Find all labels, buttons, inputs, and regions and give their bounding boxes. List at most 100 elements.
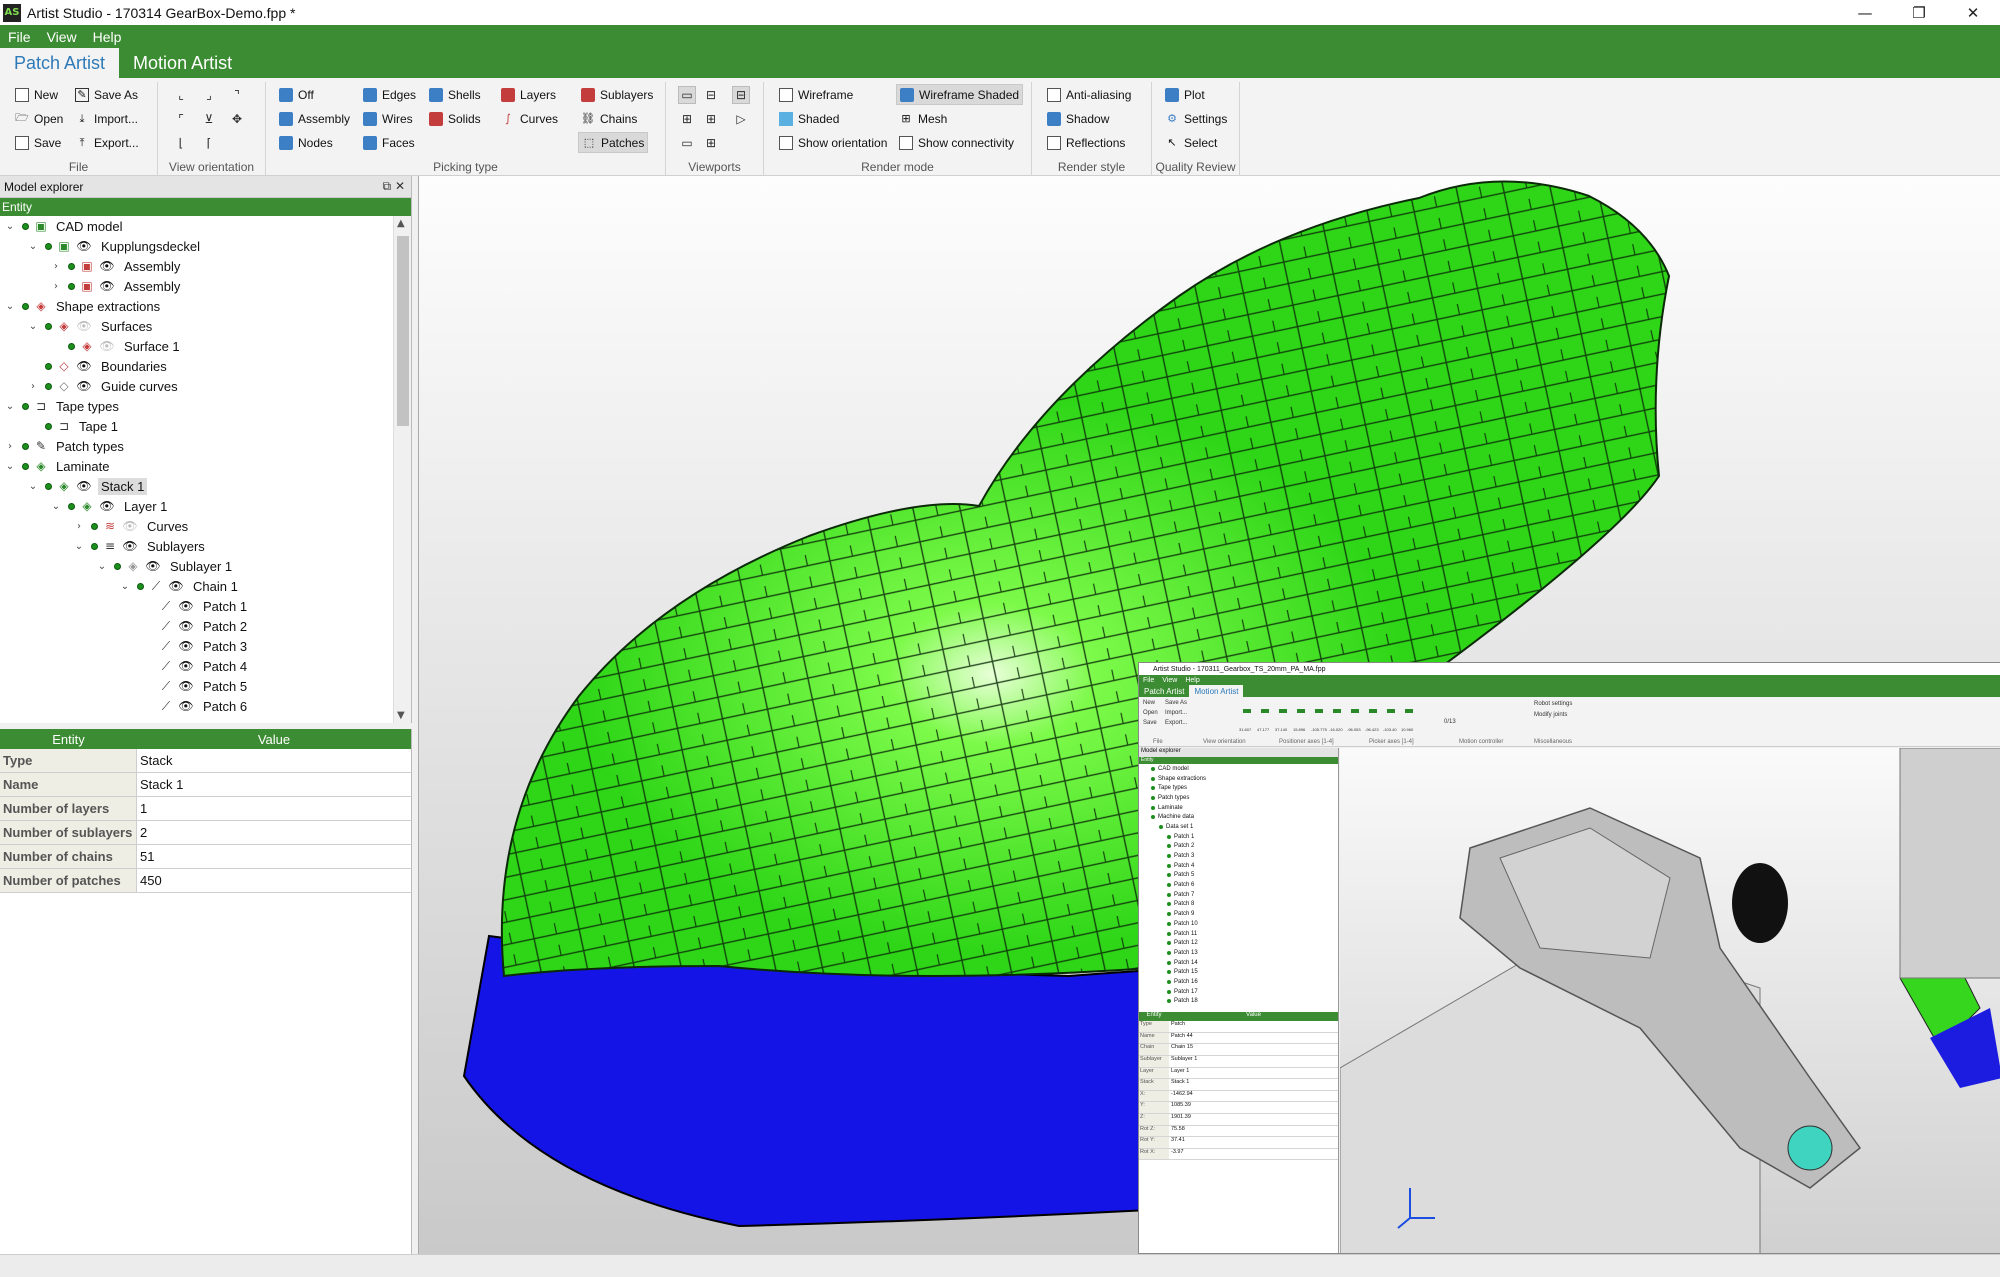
import-button[interactable]: ⤓ Import... <box>72 108 141 129</box>
scroll-down-icon[interactable]: ▼ <box>397 710 405 721</box>
inset-tree-item[interactable]: Tape types <box>1139 783 1338 793</box>
tree-item[interactable]: ◈ 👁 Surface 1 <box>0 336 392 356</box>
inset-tree-item[interactable]: Patch 10 <box>1139 919 1338 929</box>
inset-file-button[interactable]: New <box>1143 700 1155 706</box>
pick-nodes-button[interactable]: Nodes <box>276 132 336 153</box>
collapse-chevron-icon[interactable]: ⌄ <box>73 541 85 552</box>
inset-tree-item[interactable]: CAD model <box>1139 764 1338 774</box>
collapse-chevron-icon[interactable]: ⌄ <box>27 241 39 252</box>
expand-chevron-icon[interactable]: › <box>50 261 62 272</box>
close-button[interactable]: ✕ <box>1946 0 2000 25</box>
inset-tree-item[interactable]: Patch 2 <box>1139 842 1338 852</box>
viewport-single-icon[interactable]: ▭ <box>678 86 696 104</box>
inset-tab-motion-artist[interactable]: Motion Artist <box>1189 685 1244 697</box>
pick-faces-button[interactable]: Faces <box>360 132 418 153</box>
tree-item[interactable]: ⌄ ▣ CAD model <box>0 216 392 236</box>
visibility-eye-icon[interactable]: 👁 <box>99 499 115 513</box>
viewport-top-icon[interactable]: ▭ <box>678 134 696 152</box>
inset-tree-item[interactable]: Machine data <box>1139 812 1338 822</box>
collapse-chevron-icon[interactable]: ⌄ <box>4 301 16 312</box>
inset-tree-item[interactable]: Patch types <box>1139 793 1338 803</box>
inset-robot-viewport[interactable] <box>1340 748 2000 1253</box>
tree-item[interactable]: › ◇ 👁 Guide curves <box>0 376 392 396</box>
menu-file[interactable]: File <box>8 29 31 45</box>
inset-menu-help[interactable]: Help <box>1185 677 1199 684</box>
float-panel-icon[interactable]: ⧉ <box>383 179 392 193</box>
inset-file-button[interactable]: Save As <box>1165 700 1187 706</box>
close-panel-icon[interactable]: ✕ <box>395 179 405 193</box>
visibility-eye-icon[interactable]: 👁 <box>178 639 194 653</box>
maximize-button[interactable]: ❐ <box>1892 0 1946 25</box>
inset-misc-button[interactable]: Modify joints <box>1534 712 1567 718</box>
mesh-button[interactable]: ⊞ Mesh <box>896 108 950 129</box>
show-connectivity-button[interactable]: Show connectivity <box>896 132 1017 153</box>
visibility-eye-icon[interactable]: 👁 <box>76 379 92 393</box>
tree-item[interactable]: ⌄ ⟋ 👁 Chain 1 <box>0 576 392 596</box>
visibility-eye-icon[interactable]: 👁 <box>76 239 92 253</box>
settings-button[interactable]: ⚙ Settings <box>1162 108 1230 129</box>
pick-off-button[interactable]: Off <box>276 84 317 105</box>
pick-solids-button[interactable]: Solids <box>426 108 484 129</box>
collapse-chevron-icon[interactable]: ⌄ <box>4 461 16 472</box>
shadow-button[interactable]: Shadow <box>1044 108 1112 129</box>
scroll-up-icon[interactable]: ▲ <box>397 218 405 229</box>
collapse-chevron-icon[interactable]: ⌄ <box>4 221 16 232</box>
tree-item[interactable]: ⌄ ⊐ Tape types <box>0 396 392 416</box>
viewport-perspective-icon[interactable]: ▷ <box>732 110 750 128</box>
anti-aliasing-button[interactable]: Anti-aliasing <box>1044 84 1134 105</box>
inset-axis-slider[interactable] <box>1243 709 1251 713</box>
inset-tree-item[interactable]: Patch 5 <box>1139 871 1338 881</box>
inset-menu-file[interactable]: File <box>1143 677 1154 684</box>
inset-tree-item[interactable]: Patch 12 <box>1139 938 1338 948</box>
collapse-chevron-icon[interactable]: ⌄ <box>27 321 39 332</box>
inset-tree-item[interactable]: Patch 3 <box>1139 851 1338 861</box>
menu-help[interactable]: Help <box>93 29 122 45</box>
tab-patch-artist[interactable]: Patch Artist <box>0 48 120 78</box>
tab-motion-artist[interactable]: Motion Artist <box>119 48 246 78</box>
pick-edges-button[interactable]: Edges <box>360 84 419 105</box>
save-button[interactable]: Save <box>12 132 64 153</box>
tree-item[interactable]: › ▣ 👁 Assembly <box>0 256 392 276</box>
tree-item[interactable]: ⟋ 👁 Patch 3 <box>0 636 392 656</box>
pick-chains-button[interactable]: ⛓ Chains <box>578 108 640 129</box>
shaded-button[interactable]: Shaded <box>776 108 842 129</box>
wireframe-button[interactable]: Wireframe <box>776 84 856 105</box>
visibility-eye-icon[interactable]: 👁 <box>122 519 138 533</box>
visibility-eye-icon[interactable]: 👁 <box>178 699 194 713</box>
visibility-eye-icon[interactable]: 👁 <box>99 279 115 293</box>
expand-chevron-icon[interactable]: › <box>73 521 85 532</box>
pick-wires-button[interactable]: Wires <box>360 108 416 129</box>
visibility-eye-icon[interactable]: 👁 <box>76 359 92 373</box>
pick-assembly-button[interactable]: Assembly <box>276 108 353 129</box>
property-value[interactable]: Stack 1 <box>137 773 411 796</box>
show-orientation-button[interactable]: Show orientation <box>776 132 890 153</box>
inset-tree-item[interactable]: Patch 18 <box>1139 997 1338 1007</box>
inset-axis-slider[interactable] <box>1297 709 1305 713</box>
inset-tab-patch-artist[interactable]: Patch Artist <box>1139 685 1189 697</box>
inset-tree-item[interactable]: Patch 13 <box>1139 948 1338 958</box>
visibility-eye-icon[interactable]: 👁 <box>122 539 138 553</box>
visibility-eye-icon[interactable]: 👁 <box>99 339 115 353</box>
tree-item[interactable]: ◇ 👁 Boundaries <box>0 356 392 376</box>
open-button[interactable]: 🗁 Open <box>12 108 66 129</box>
expand-chevron-icon[interactable]: › <box>27 381 39 392</box>
inset-tree-item[interactable]: Patch 11 <box>1139 929 1338 939</box>
tree-item[interactable]: ⌄ ◈ Shape extractions <box>0 296 392 316</box>
tree-item[interactable]: ⊐ Tape 1 <box>0 416 392 436</box>
inset-file-button[interactable]: Export... <box>1165 720 1187 726</box>
visibility-eye-icon[interactable]: 👁 <box>178 619 194 633</box>
visibility-eye-icon[interactable]: 👁 <box>76 479 92 493</box>
collapse-chevron-icon[interactable]: ⌄ <box>50 501 62 512</box>
viewport-triple-icon[interactable]: ⊞ <box>702 110 720 128</box>
inset-axis-slider[interactable] <box>1405 709 1413 713</box>
inset-menu-view[interactable]: View <box>1162 677 1177 684</box>
3d-viewport[interactable]: Artist Studio - 170311_Gearbox_TS_20mm_P… <box>418 176 2000 1254</box>
select-button[interactable]: ↖ Select <box>1162 132 1220 153</box>
tree-scrollbar[interactable]: ▲ ▼ <box>393 216 411 723</box>
inset-tree-item[interactable]: Patch 6 <box>1139 880 1338 890</box>
view-back-icon[interactable]: ⌟ <box>200 86 218 104</box>
pick-shells-button[interactable]: Shells <box>426 84 484 105</box>
tree-item[interactable]: ⟋ 👁 Patch 4 <box>0 656 392 676</box>
tree-item[interactable]: ⌄ ◈ 👁 Layer 1 <box>0 496 392 516</box>
inset-file-button[interactable]: Import... <box>1165 710 1187 716</box>
